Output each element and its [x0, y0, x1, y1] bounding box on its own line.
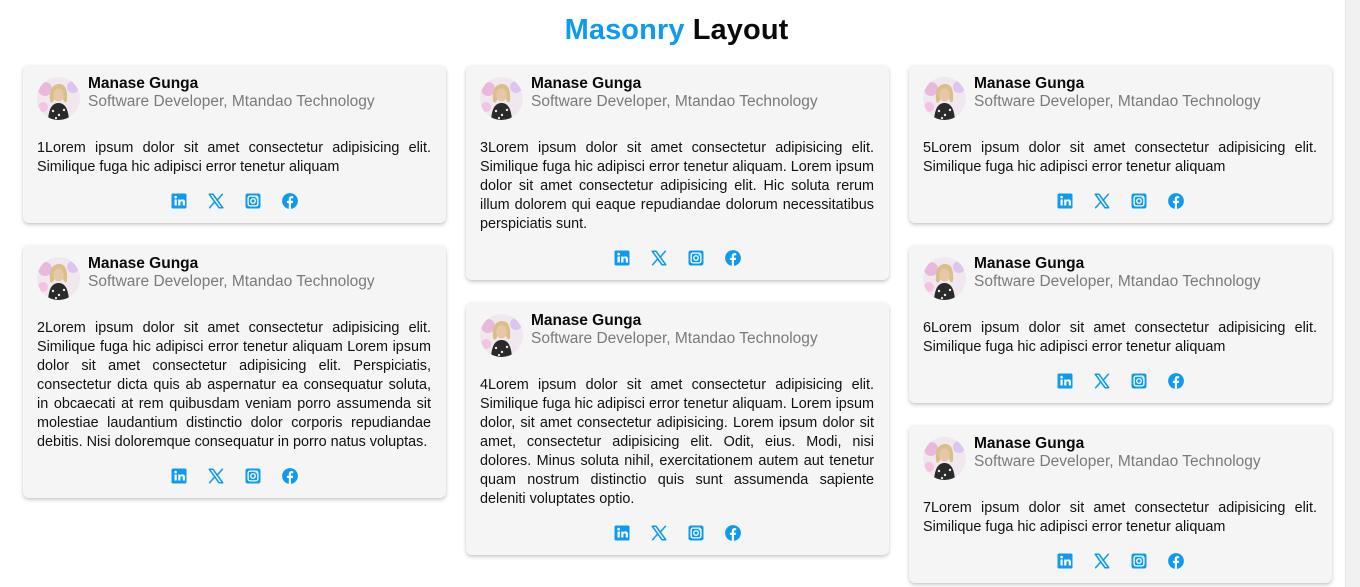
instagram-icon[interactable]: [1130, 192, 1148, 210]
card-header: Manase Gunga Software Developer, Mtandao…: [923, 255, 1317, 307]
author-name: Manase Gunga: [974, 435, 1085, 452]
author-name: Manase Gunga: [974, 75, 1085, 92]
social-links: [480, 522, 874, 544]
card-text: 1Lorem ipsum dolor sit amet consectetur …: [37, 140, 431, 175]
profile-card: Manase Gunga Software Developer, Mtandao…: [466, 302, 889, 555]
social-links: [480, 247, 874, 269]
linkedin-icon[interactable]: [170, 192, 188, 210]
avatar: [923, 437, 966, 480]
author-info: Manase Gunga Software Developer, Mtandao…: [88, 255, 375, 291]
profile-card: Manase Gunga Software Developer, Mtandao…: [466, 65, 889, 280]
avatar-image: [923, 257, 966, 300]
card-header: Manase Gunga Software Developer, Mtandao…: [923, 435, 1317, 487]
card-text: 7Lorem ipsum dolor sit amet consectetur …: [923, 500, 1317, 535]
page-title-accent: Masonry: [564, 14, 685, 46]
x-icon[interactable]: [1093, 552, 1111, 570]
x-icon[interactable]: [207, 192, 225, 210]
author-role: Software Developer, Mtandao Technology: [974, 93, 1261, 110]
avatar-image: [923, 77, 966, 120]
author-name: Manase Gunga: [88, 75, 199, 92]
social-links: [37, 465, 431, 487]
page-title: Masonry Layout: [0, 14, 1353, 47]
author-role: Software Developer, Mtandao Technology: [88, 93, 375, 110]
linkedin-icon[interactable]: [1056, 372, 1074, 390]
card-header: Manase Gunga Software Developer, Mtandao…: [37, 255, 431, 307]
avatar-image: [37, 77, 80, 120]
author-role: Software Developer, Mtandao Technology: [531, 330, 818, 347]
linkedin-icon[interactable]: [1056, 192, 1074, 210]
author-name: Manase Gunga: [531, 75, 642, 92]
linkedin-icon[interactable]: [613, 249, 631, 267]
instagram-icon[interactable]: [1130, 372, 1148, 390]
avatar: [923, 257, 966, 300]
instagram-icon[interactable]: [1130, 552, 1148, 570]
card-text: 2Lorem ipsum dolor sit amet consectetur …: [37, 320, 431, 450]
card-header: Manase Gunga Software Developer, Mtandao…: [480, 312, 874, 364]
avatar-image: [37, 257, 80, 300]
scrollbar-thumb[interactable]: [1349, 0, 1357, 587]
card-text: 3Lorem ipsum dolor sit amet consectetur …: [480, 140, 874, 232]
social-links: [37, 190, 431, 212]
profile-card: Manase Gunga Software Developer, Mtandao…: [23, 245, 446, 498]
linkedin-icon[interactable]: [613, 524, 631, 542]
author-info: Manase Gunga Software Developer, Mtandao…: [531, 75, 818, 111]
masonry-column-3: Manase Gunga Software Developer, Mtandao…: [909, 65, 1332, 587]
social-links: [923, 550, 1317, 572]
avatar: [480, 77, 523, 120]
avatar-image: [480, 314, 523, 357]
instagram-icon[interactable]: [687, 249, 705, 267]
facebook-icon[interactable]: [281, 467, 299, 485]
profile-card: Manase Gunga Software Developer, Mtandao…: [909, 425, 1332, 583]
profile-card: Manase Gunga Software Developer, Mtandao…: [909, 245, 1332, 403]
card-text: 4Lorem ipsum dolor sit amet consectetur …: [480, 377, 874, 507]
author-name: Manase Gunga: [974, 255, 1085, 272]
facebook-icon[interactable]: [724, 249, 742, 267]
masonry-column-1: Manase Gunga Software Developer, Mtandao…: [23, 65, 446, 520]
linkedin-icon[interactable]: [1056, 552, 1074, 570]
x-icon[interactable]: [1093, 372, 1111, 390]
card-text: 6Lorem ipsum dolor sit amet consectetur …: [923, 320, 1317, 355]
masonry-column-2: Manase Gunga Software Developer, Mtandao…: [466, 65, 889, 577]
facebook-icon[interactable]: [1167, 552, 1185, 570]
avatar: [37, 77, 80, 120]
card-header: Manase Gunga Software Developer, Mtandao…: [37, 75, 431, 127]
page-title-rest: Layout: [692, 14, 789, 46]
avatar: [37, 257, 80, 300]
author-role: Software Developer, Mtandao Technology: [974, 273, 1261, 290]
instagram-icon[interactable]: [687, 524, 705, 542]
author-info: Manase Gunga Software Developer, Mtandao…: [974, 255, 1261, 291]
x-icon[interactable]: [207, 467, 225, 485]
x-icon[interactable]: [650, 249, 668, 267]
x-icon[interactable]: [1093, 192, 1111, 210]
avatar: [480, 314, 523, 357]
card-text: 5Lorem ipsum dolor sit amet consectetur …: [923, 140, 1317, 175]
page-scrollbar[interactable]: [1345, 0, 1360, 587]
avatar-image: [923, 437, 966, 480]
author-name: Manase Gunga: [88, 255, 199, 272]
facebook-icon[interactable]: [724, 524, 742, 542]
facebook-icon[interactable]: [1167, 192, 1185, 210]
profile-card: Manase Gunga Software Developer, Mtandao…: [23, 65, 446, 223]
card-header: Manase Gunga Software Developer, Mtandao…: [480, 75, 874, 127]
author-role: Software Developer, Mtandao Technology: [531, 93, 818, 110]
author-role: Software Developer, Mtandao Technology: [88, 273, 375, 290]
facebook-icon[interactable]: [1167, 372, 1185, 390]
card-header: Manase Gunga Software Developer, Mtandao…: [923, 75, 1317, 127]
author-info: Manase Gunga Software Developer, Mtandao…: [88, 75, 375, 111]
author-info: Manase Gunga Software Developer, Mtandao…: [531, 312, 818, 348]
social-links: [923, 370, 1317, 392]
facebook-icon[interactable]: [281, 192, 299, 210]
instagram-icon[interactable]: [244, 192, 262, 210]
x-icon[interactable]: [650, 524, 668, 542]
profile-card: Manase Gunga Software Developer, Mtandao…: [909, 65, 1332, 223]
author-role: Software Developer, Mtandao Technology: [974, 453, 1261, 470]
instagram-icon[interactable]: [244, 467, 262, 485]
author-name: Manase Gunga: [531, 312, 642, 329]
linkedin-icon[interactable]: [170, 467, 188, 485]
author-info: Manase Gunga Software Developer, Mtandao…: [974, 435, 1261, 471]
avatar-image: [480, 77, 523, 120]
avatar: [923, 77, 966, 120]
author-info: Manase Gunga Software Developer, Mtandao…: [974, 75, 1261, 111]
social-links: [923, 190, 1317, 212]
